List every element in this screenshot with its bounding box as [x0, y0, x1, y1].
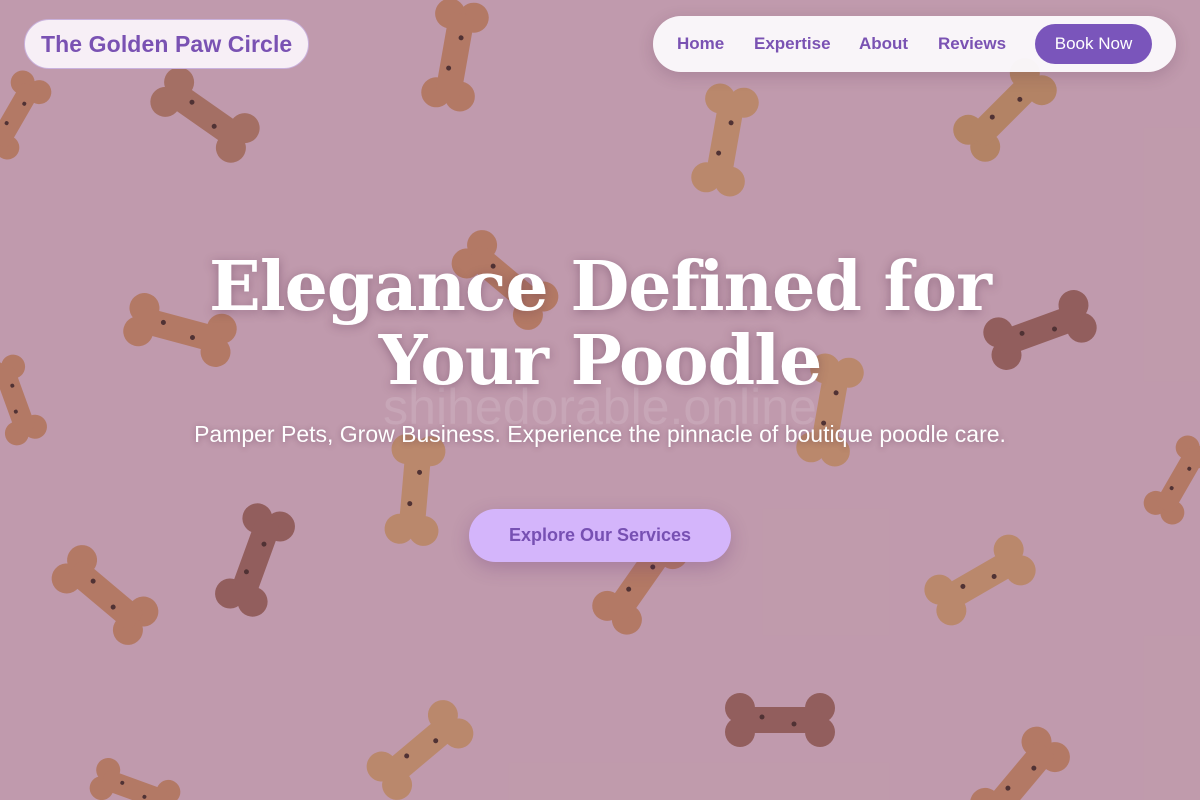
book-now-button[interactable]: Book Now	[1035, 24, 1152, 64]
nav-link-about[interactable]: About	[859, 16, 908, 72]
brand-logo[interactable]: The Golden Paw Circle	[24, 19, 310, 69]
hero-headline-line2: Your Poodle	[378, 321, 823, 401]
hero-headline-line1: Elegance Defined for	[209, 247, 992, 327]
hero-subtitle: Pamper Pets, Grow Business. Experience t…	[194, 421, 1006, 447]
main-nav: Home Expertise About Reviews Book Now	[653, 16, 1176, 72]
nav-link-home[interactable]: Home	[677, 16, 724, 72]
hero-section: The Golden Paw Circle Home Expertise Abo…	[0, 0, 1200, 800]
nav-link-expertise[interactable]: Expertise	[754, 16, 831, 72]
explore-services-button[interactable]: Explore Our Services	[469, 509, 731, 562]
hero-headline: Elegance Defined for Your Poodle	[100, 250, 1100, 398]
nav-link-reviews[interactable]: Reviews	[938, 16, 1006, 72]
